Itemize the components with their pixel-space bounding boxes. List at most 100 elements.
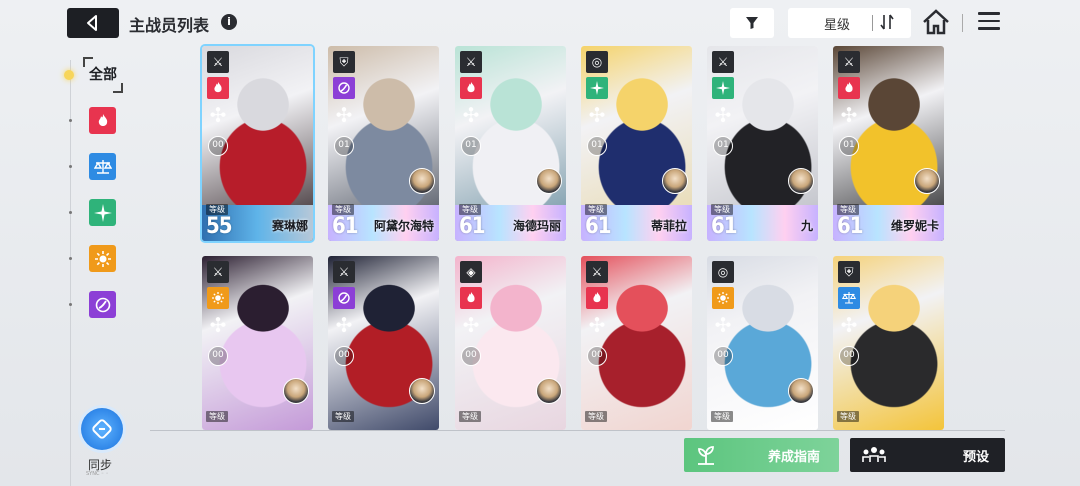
buddy-avatar xyxy=(283,378,309,404)
pinwheel-icon: ✣ xyxy=(209,103,227,127)
pinwheel-icon: ✣ xyxy=(588,103,606,127)
level-value: 61 xyxy=(332,214,359,239)
operator-card[interactable]: ⚔ ✣ 00 等级 xyxy=(328,256,439,430)
fire-element-icon xyxy=(586,287,608,309)
fire-element-icon xyxy=(838,77,860,99)
operator-card[interactable]: ⚔ ✣ 01 等级 61 维罗妮卡 xyxy=(833,46,944,241)
team-preset-icon xyxy=(862,447,886,462)
page-title: 主战员列表 xyxy=(129,16,210,35)
operator-card[interactable]: ⚔ ✣ 00 等级 xyxy=(581,256,692,430)
crossed-swords-class-icon: ⚔ xyxy=(838,51,860,73)
diamond-target-class-icon: ◈ xyxy=(460,261,482,283)
rank-badge: 00 xyxy=(587,346,607,366)
wind-star-icon xyxy=(93,203,112,222)
rank-badge: 00 xyxy=(208,136,228,156)
operator-card[interactable]: ⚔ ✣ 01 等级 61 九 xyxy=(707,46,818,241)
buddy-avatar xyxy=(536,168,562,194)
crossed-swords-class-icon: ⚔ xyxy=(460,51,482,73)
filter-void[interactable] xyxy=(89,291,116,318)
level-value: 61 xyxy=(837,214,864,239)
buddy-avatar xyxy=(788,168,814,194)
level-label: 等级 xyxy=(206,411,228,422)
scales-icon xyxy=(93,159,112,174)
pinwheel-icon: ✣ xyxy=(462,103,480,127)
rail-dot xyxy=(69,211,72,214)
void-swirl-icon xyxy=(95,297,110,312)
rail-dot xyxy=(69,303,72,306)
operator-card[interactable]: ⛨ ✣ 01 等级 61 阿黛尔海特 xyxy=(328,46,439,241)
preset-button[interactable]: 预设 xyxy=(850,438,1005,472)
rail-dot xyxy=(69,119,72,122)
buddy-avatar xyxy=(662,168,688,194)
level-value: 55 xyxy=(206,214,233,239)
fire-icon xyxy=(98,113,107,126)
rank-badge: 00 xyxy=(461,346,481,366)
pinwheel-icon: ✣ xyxy=(209,313,227,337)
menu-icon[interactable] xyxy=(978,12,1000,32)
rank-badge: 00 xyxy=(334,346,354,366)
level-value: 61 xyxy=(459,214,486,239)
rank-badge: 01 xyxy=(713,136,733,156)
target-class-icon: ◎ xyxy=(586,51,608,73)
filter-light[interactable] xyxy=(89,245,116,272)
filter-all[interactable]: 全部 xyxy=(83,57,123,93)
filter-fire[interactable] xyxy=(89,107,116,134)
filter-wind[interactable] xyxy=(89,199,116,226)
wind-element-icon xyxy=(712,77,734,99)
rank-badge: 01 xyxy=(839,136,859,156)
shield-class-icon: ⛨ xyxy=(838,261,860,283)
buddy-avatar xyxy=(914,168,940,194)
back-button[interactable] xyxy=(67,8,119,38)
sort-dropdown[interactable]: 星级 xyxy=(788,8,911,38)
sun-icon xyxy=(94,250,111,267)
buddy-avatar xyxy=(409,168,435,194)
rail-dot xyxy=(69,165,72,168)
operator-card[interactable]: ⚔ ✣ 00 等级 xyxy=(202,256,313,430)
level-label: 等级 xyxy=(837,411,859,422)
rank-badge: 01 xyxy=(334,136,354,156)
sort-label: 星级 xyxy=(824,18,851,33)
operator-name: 阿黛尔海特 xyxy=(373,219,434,233)
void-element-icon xyxy=(333,287,355,309)
fire-element-icon xyxy=(460,287,482,309)
operator-card[interactable]: ◈ ✣ 00 等级 xyxy=(455,256,566,430)
pinwheel-icon: ✣ xyxy=(714,313,732,337)
grid-bottom-divider xyxy=(150,430,1005,431)
home-icon[interactable] xyxy=(922,9,950,35)
light-element-icon xyxy=(712,287,734,309)
level-label: 等级 xyxy=(459,411,481,422)
back-arrow-icon xyxy=(87,15,97,31)
left-rail xyxy=(70,60,71,486)
selection-star-icon xyxy=(64,70,74,80)
operator-card[interactable]: ⚔ ✣ 00 等级 55 赛琳娜 xyxy=(202,46,313,241)
operator-card[interactable]: ◎ ✣ 00 等级 xyxy=(707,256,818,430)
crossed-swords-class-icon: ⚔ xyxy=(207,261,229,283)
operator-name: 海德玛丽 xyxy=(512,219,561,233)
sync-button[interactable] xyxy=(81,408,123,450)
sort-order-icon[interactable] xyxy=(880,14,894,30)
rank-badge: 00 xyxy=(839,346,859,366)
rank-badge: 00 xyxy=(713,346,733,366)
sort-divider xyxy=(872,15,873,31)
operator-card[interactable]: ◎ ✣ 01 等级 61 蒂菲拉 xyxy=(581,46,692,241)
level-value: 61 xyxy=(711,214,738,239)
operator-card[interactable]: ⚔ ✣ 01 等级 61 海德玛丽 xyxy=(455,46,566,241)
rail-dot xyxy=(69,257,72,260)
fire-element-icon xyxy=(460,77,482,99)
info-icon[interactable]: i xyxy=(221,14,237,30)
filter-balance[interactable] xyxy=(89,153,116,180)
rank-badge: 01 xyxy=(461,136,481,156)
fire-element-icon xyxy=(207,77,229,99)
level-label: 等级 xyxy=(711,411,733,422)
operator-name: 九 xyxy=(800,219,813,233)
crossed-swords-class-icon: ⚔ xyxy=(712,51,734,73)
operator-name: 蒂菲拉 xyxy=(650,219,687,233)
operator-card[interactable]: ⛨ ✣ 00 等级 xyxy=(833,256,944,430)
training-guide-button[interactable]: 养成指南 xyxy=(684,438,839,472)
pinwheel-icon: ✣ xyxy=(335,313,353,337)
void-element-icon xyxy=(333,77,355,99)
filter-button[interactable] xyxy=(730,8,774,38)
operator-name: 赛琳娜 xyxy=(271,219,308,233)
preset-label: 预设 xyxy=(963,450,990,465)
buddy-avatar xyxy=(409,378,435,404)
